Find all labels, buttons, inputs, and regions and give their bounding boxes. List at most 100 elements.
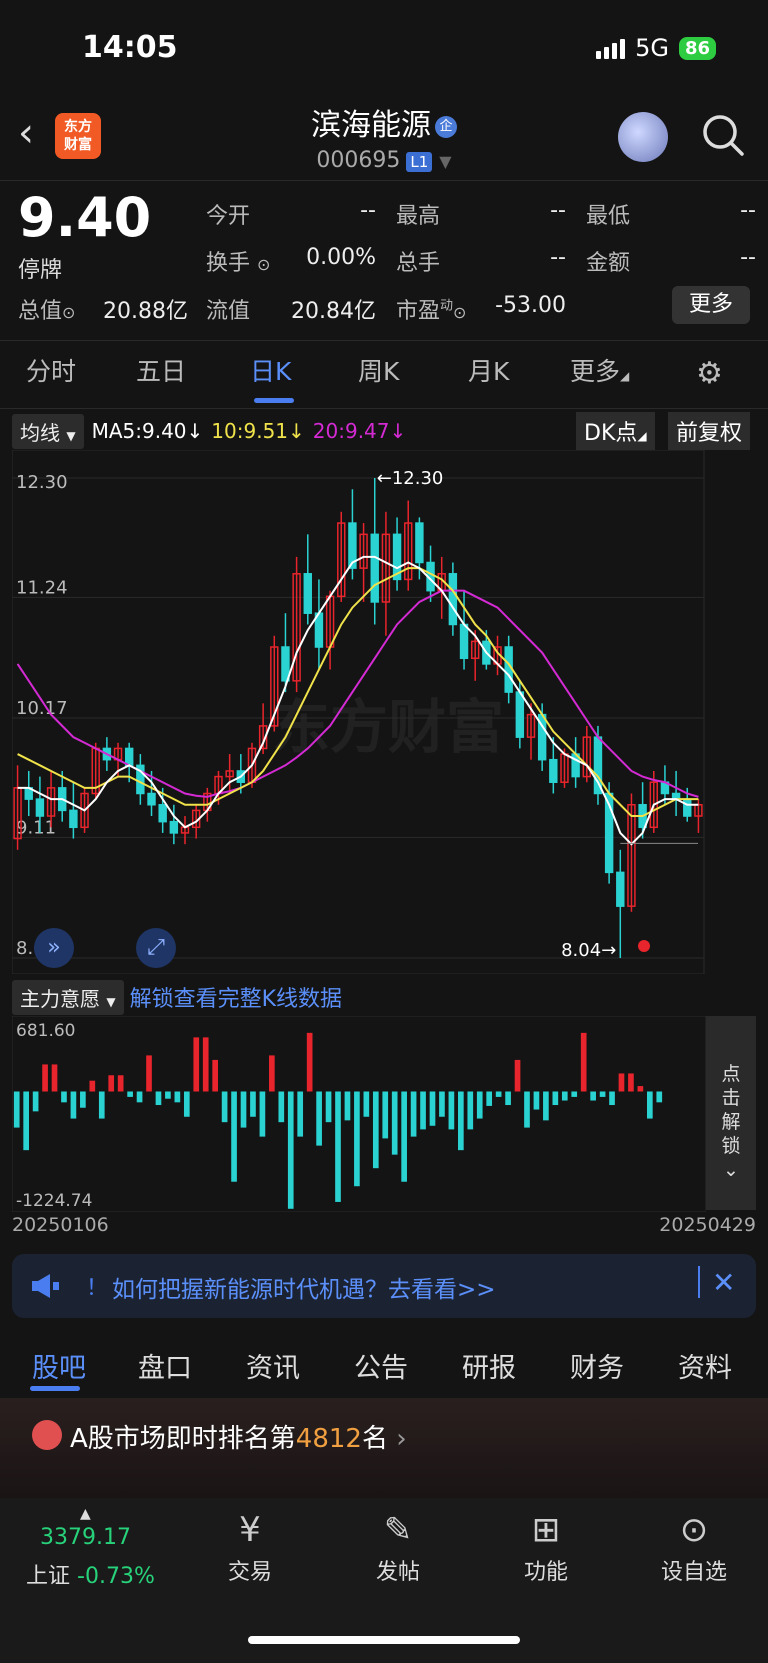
expand-icon[interactable]: »: [34, 928, 74, 968]
assistant-robot-icon[interactable]: [618, 112, 668, 162]
dk-point-button[interactable]: DK点◢: [576, 412, 655, 450]
indicator-bar: [514, 1059, 521, 1092]
indicator-bar: [410, 1091, 417, 1137]
tab-daily-k[interactable]: 日K: [250, 352, 291, 388]
indicator-bar: [552, 1091, 559, 1106]
trading-status: 停牌: [18, 258, 63, 283]
indicator-bar: [98, 1091, 105, 1119]
indicator-bar: [269, 1055, 275, 1092]
tab-finance[interactable]: 财务: [570, 1346, 624, 1385]
more-button[interactable]: 更多: [672, 286, 750, 324]
indicator-row: 主力意愿 ▼ 解锁查看完整K线数据: [12, 979, 342, 1015]
tab-weekly-k[interactable]: 周K: [358, 352, 399, 388]
adjust-button[interactable]: 前复权: [668, 412, 751, 450]
index-name[interactable]: 上证 -0.73%: [26, 1558, 155, 1590]
tab-monthly-k[interactable]: 月K: [468, 352, 509, 388]
period-tabs: 分时 五日 日K 周K 月K 更多◢: [0, 352, 768, 396]
active-tab-indicator: [254, 398, 294, 403]
indicator-bar: [637, 1086, 644, 1092]
tab-guba[interactable]: 股吧: [32, 1346, 86, 1385]
tab-intraday[interactable]: 分时: [26, 352, 76, 388]
pe-value: -53.00: [495, 293, 566, 318]
indicator-bar: [458, 1091, 464, 1151]
candle-body: [549, 758, 558, 783]
nav-trade[interactable]: ¥ 交易: [200, 1510, 300, 1586]
close-icon[interactable]: ✕: [712, 1266, 735, 1299]
candle-body: [147, 792, 156, 806]
candle-body: [459, 623, 469, 660]
indicator-bar: [316, 1091, 322, 1146]
ma-selector[interactable]: 均线 ▼: [12, 413, 84, 449]
indicator-bar: [486, 1091, 493, 1106]
indicator-bar: [354, 1091, 360, 1187]
indicator-selector[interactable]: 主力意愿 ▼: [12, 979, 124, 1015]
candle-body: [303, 573, 312, 614]
divider: [0, 340, 768, 341]
indicator-bar: [89, 1080, 96, 1092]
high-value: --: [550, 198, 566, 223]
candle-body: [370, 533, 379, 603]
status-time: 14:05: [82, 30, 178, 65]
nav-add-watchlist[interactable]: ⊙ 设自选: [644, 1510, 744, 1586]
candle-body: [504, 646, 513, 693]
kline-chart[interactable]: 12.3011.2410.179.118.04←12.308.04→: [12, 450, 756, 974]
tab-news[interactable]: 资讯: [246, 1346, 300, 1385]
unlock-link[interactable]: 解锁查看完整K线数据: [130, 981, 342, 1013]
candle-body: [158, 804, 167, 823]
indicator-bar: [561, 1091, 568, 1101]
side-unlock-button[interactable]: 点击解锁 ⌄: [706, 1016, 756, 1210]
nav-functions[interactable]: ⊞ 功能: [496, 1510, 596, 1586]
low-marker: 8.04→: [561, 940, 616, 961]
alert-mark: ！: [86, 1276, 109, 1301]
indicator-bar: [193, 1037, 200, 1092]
indicator-bar: [108, 1075, 115, 1092]
indicator-bar: [325, 1091, 332, 1123]
y-tick-label: 11.24: [16, 577, 68, 598]
indicator-bar: [136, 1091, 143, 1103]
ma-legend: 均线 ▼ MA5:9.40↓ 10:9.51↓ 20:9.47↓: [12, 413, 406, 449]
gear-icon[interactable]: ⚙: [696, 356, 723, 391]
volume-value: --: [550, 245, 566, 270]
candle-body: [683, 798, 692, 817]
info-icon: ⊙: [62, 303, 76, 322]
candle-body: [124, 747, 134, 767]
tab-announcement[interactable]: 公告: [354, 1346, 408, 1385]
turnover-value: 0.00%: [306, 245, 376, 270]
home-indicator: [248, 1636, 520, 1644]
fullscreen-icon[interactable]: ⤢: [136, 928, 176, 968]
tab-five-day[interactable]: 五日: [136, 352, 186, 388]
indicator-bar: [23, 1091, 30, 1151]
indicator-bar: [401, 1091, 407, 1182]
network-label: 5G: [635, 34, 669, 62]
battery-icon: 86: [678, 36, 716, 60]
ma5-label: MA5:9.40↓: [91, 419, 204, 443]
indicator-max-label: 681.60: [16, 1021, 75, 1041]
start-date: 20250106: [12, 1214, 109, 1236]
grid-icon: ⊞: [531, 1510, 561, 1550]
yuan-icon: ¥: [239, 1510, 261, 1550]
indicator-bar: [599, 1091, 606, 1097]
indicator-bar: [533, 1091, 540, 1110]
float-cap-label: 流值: [206, 299, 251, 324]
nav-post[interactable]: ✎ 发帖: [348, 1510, 448, 1586]
search-icon[interactable]: [700, 112, 746, 158]
tab-pankou[interactable]: 盘口: [138, 1346, 192, 1385]
indicator-bar: [221, 1091, 228, 1123]
active-tab-indicator: [30, 1386, 80, 1391]
tab-more[interactable]: 更多◢: [570, 352, 629, 388]
indicator-bar: [287, 1091, 294, 1209]
tab-research[interactable]: 研报: [462, 1346, 516, 1385]
news-text[interactable]: 如何把握新能源时代机遇？去看看>>: [112, 1270, 496, 1304]
edit-icon: ✎: [383, 1510, 413, 1550]
market-cap-value: 20.88亿: [103, 299, 188, 324]
tab-profile[interactable]: 资料: [678, 1346, 732, 1385]
rank-text[interactable]: A股市场即时排名第4812名 ›: [70, 1418, 407, 1455]
y-tick-label: 9.11: [16, 817, 56, 838]
indicator-bar: [609, 1091, 615, 1106]
index-value[interactable]: 3379.17: [40, 1525, 131, 1550]
rank-icon: [32, 1420, 62, 1450]
volume-label: 总手: [396, 251, 441, 276]
amount-value: --: [740, 245, 756, 270]
candle-body: [169, 820, 179, 834]
indicator-bar: [467, 1091, 474, 1130]
